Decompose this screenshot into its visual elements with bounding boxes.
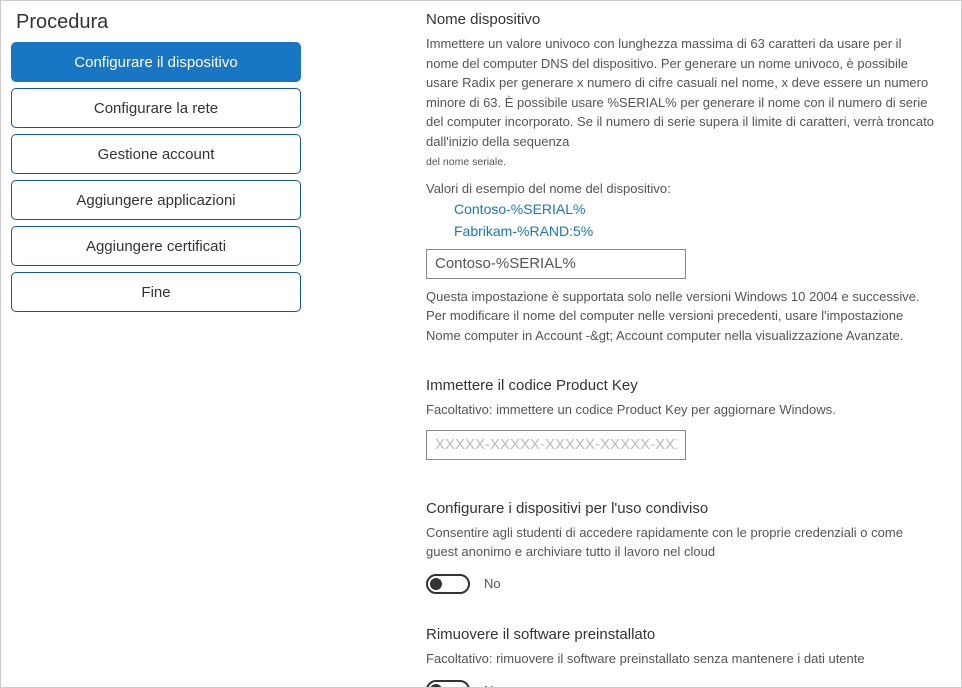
shared-use-toggle-label: No [484, 576, 501, 591]
remove-preinstalled-title: Rimuovere il software preinstallato [426, 626, 936, 643]
sidebar-item-add-apps[interactable]: Aggiungere applicazioni [11, 180, 301, 220]
toggle-knob-icon [430, 684, 442, 687]
product-key-input[interactable] [426, 430, 686, 460]
shared-use-title: Configurare i dispositivi per l'uso cond… [426, 500, 936, 517]
product-key-title: Immettere il codice Product Key [426, 377, 936, 394]
sidebar-item-configure-device[interactable]: Configurare il dispositivo [11, 42, 301, 82]
main-content: Nome dispositivo Immettere un valore uni… [311, 1, 961, 687]
section-shared-use: Configurare i dispositivi per l'uso cond… [426, 500, 936, 594]
shared-use-description: Consentire agli studenti di accedere rap… [426, 523, 936, 562]
section-device-name: Nome dispositivo Immettere un valore uni… [426, 11, 936, 345]
remove-preinstalled-toggle-row: No [426, 680, 936, 687]
device-name-title: Nome dispositivo [426, 11, 936, 28]
device-name-example-label: Valori di esempio del nome del dispositi… [426, 181, 936, 196]
sidebar: Procedura Configurare il dispositivo Con… [1, 1, 311, 687]
remove-preinstalled-toggle-label: No [484, 683, 501, 687]
shared-use-toggle[interactable] [426, 574, 470, 594]
device-name-example-2: Fabrikam-%RAND:5% [454, 220, 936, 242]
device-name-input[interactable] [426, 249, 686, 279]
sidebar-item-label: Configurare il dispositivo [74, 54, 237, 71]
sidebar-item-label: Aggiungere applicazioni [76, 192, 235, 209]
sidebar-item-account-management[interactable]: Gestione account [11, 134, 301, 174]
section-remove-preinstalled: Rimuovere il software preinstallato Faco… [426, 626, 936, 687]
product-key-description: Facoltativo: immettere un codice Product… [426, 400, 936, 420]
sidebar-item-label: Aggiungere certificati [86, 238, 226, 255]
sidebar-title: Procedura [11, 11, 301, 34]
sidebar-item-label: Configurare la rete [94, 100, 218, 117]
section-product-key: Immettere il codice Product Key Facoltat… [426, 377, 936, 468]
sidebar-item-add-certificates[interactable]: Aggiungere certificati [11, 226, 301, 266]
shared-use-toggle-row: No [426, 574, 936, 594]
sidebar-item-finish[interactable]: Fine [11, 272, 301, 312]
remove-preinstalled-toggle[interactable] [426, 680, 470, 687]
remove-preinstalled-description: Facoltativo: rimuovere il software prein… [426, 649, 936, 669]
sidebar-item-configure-network[interactable]: Configurare la rete [11, 88, 301, 128]
sidebar-item-label: Fine [141, 284, 170, 301]
device-name-example-1: Contoso-%SERIAL% [454, 198, 936, 220]
toggle-knob-icon [430, 578, 442, 590]
device-name-help: Questa impostazione è supportata solo ne… [426, 287, 936, 346]
device-name-description: Immettere un valore univoco con lunghezz… [426, 34, 936, 151]
sidebar-item-label: Gestione account [98, 146, 215, 163]
device-name-description-small: del nome seriale. [426, 155, 936, 171]
